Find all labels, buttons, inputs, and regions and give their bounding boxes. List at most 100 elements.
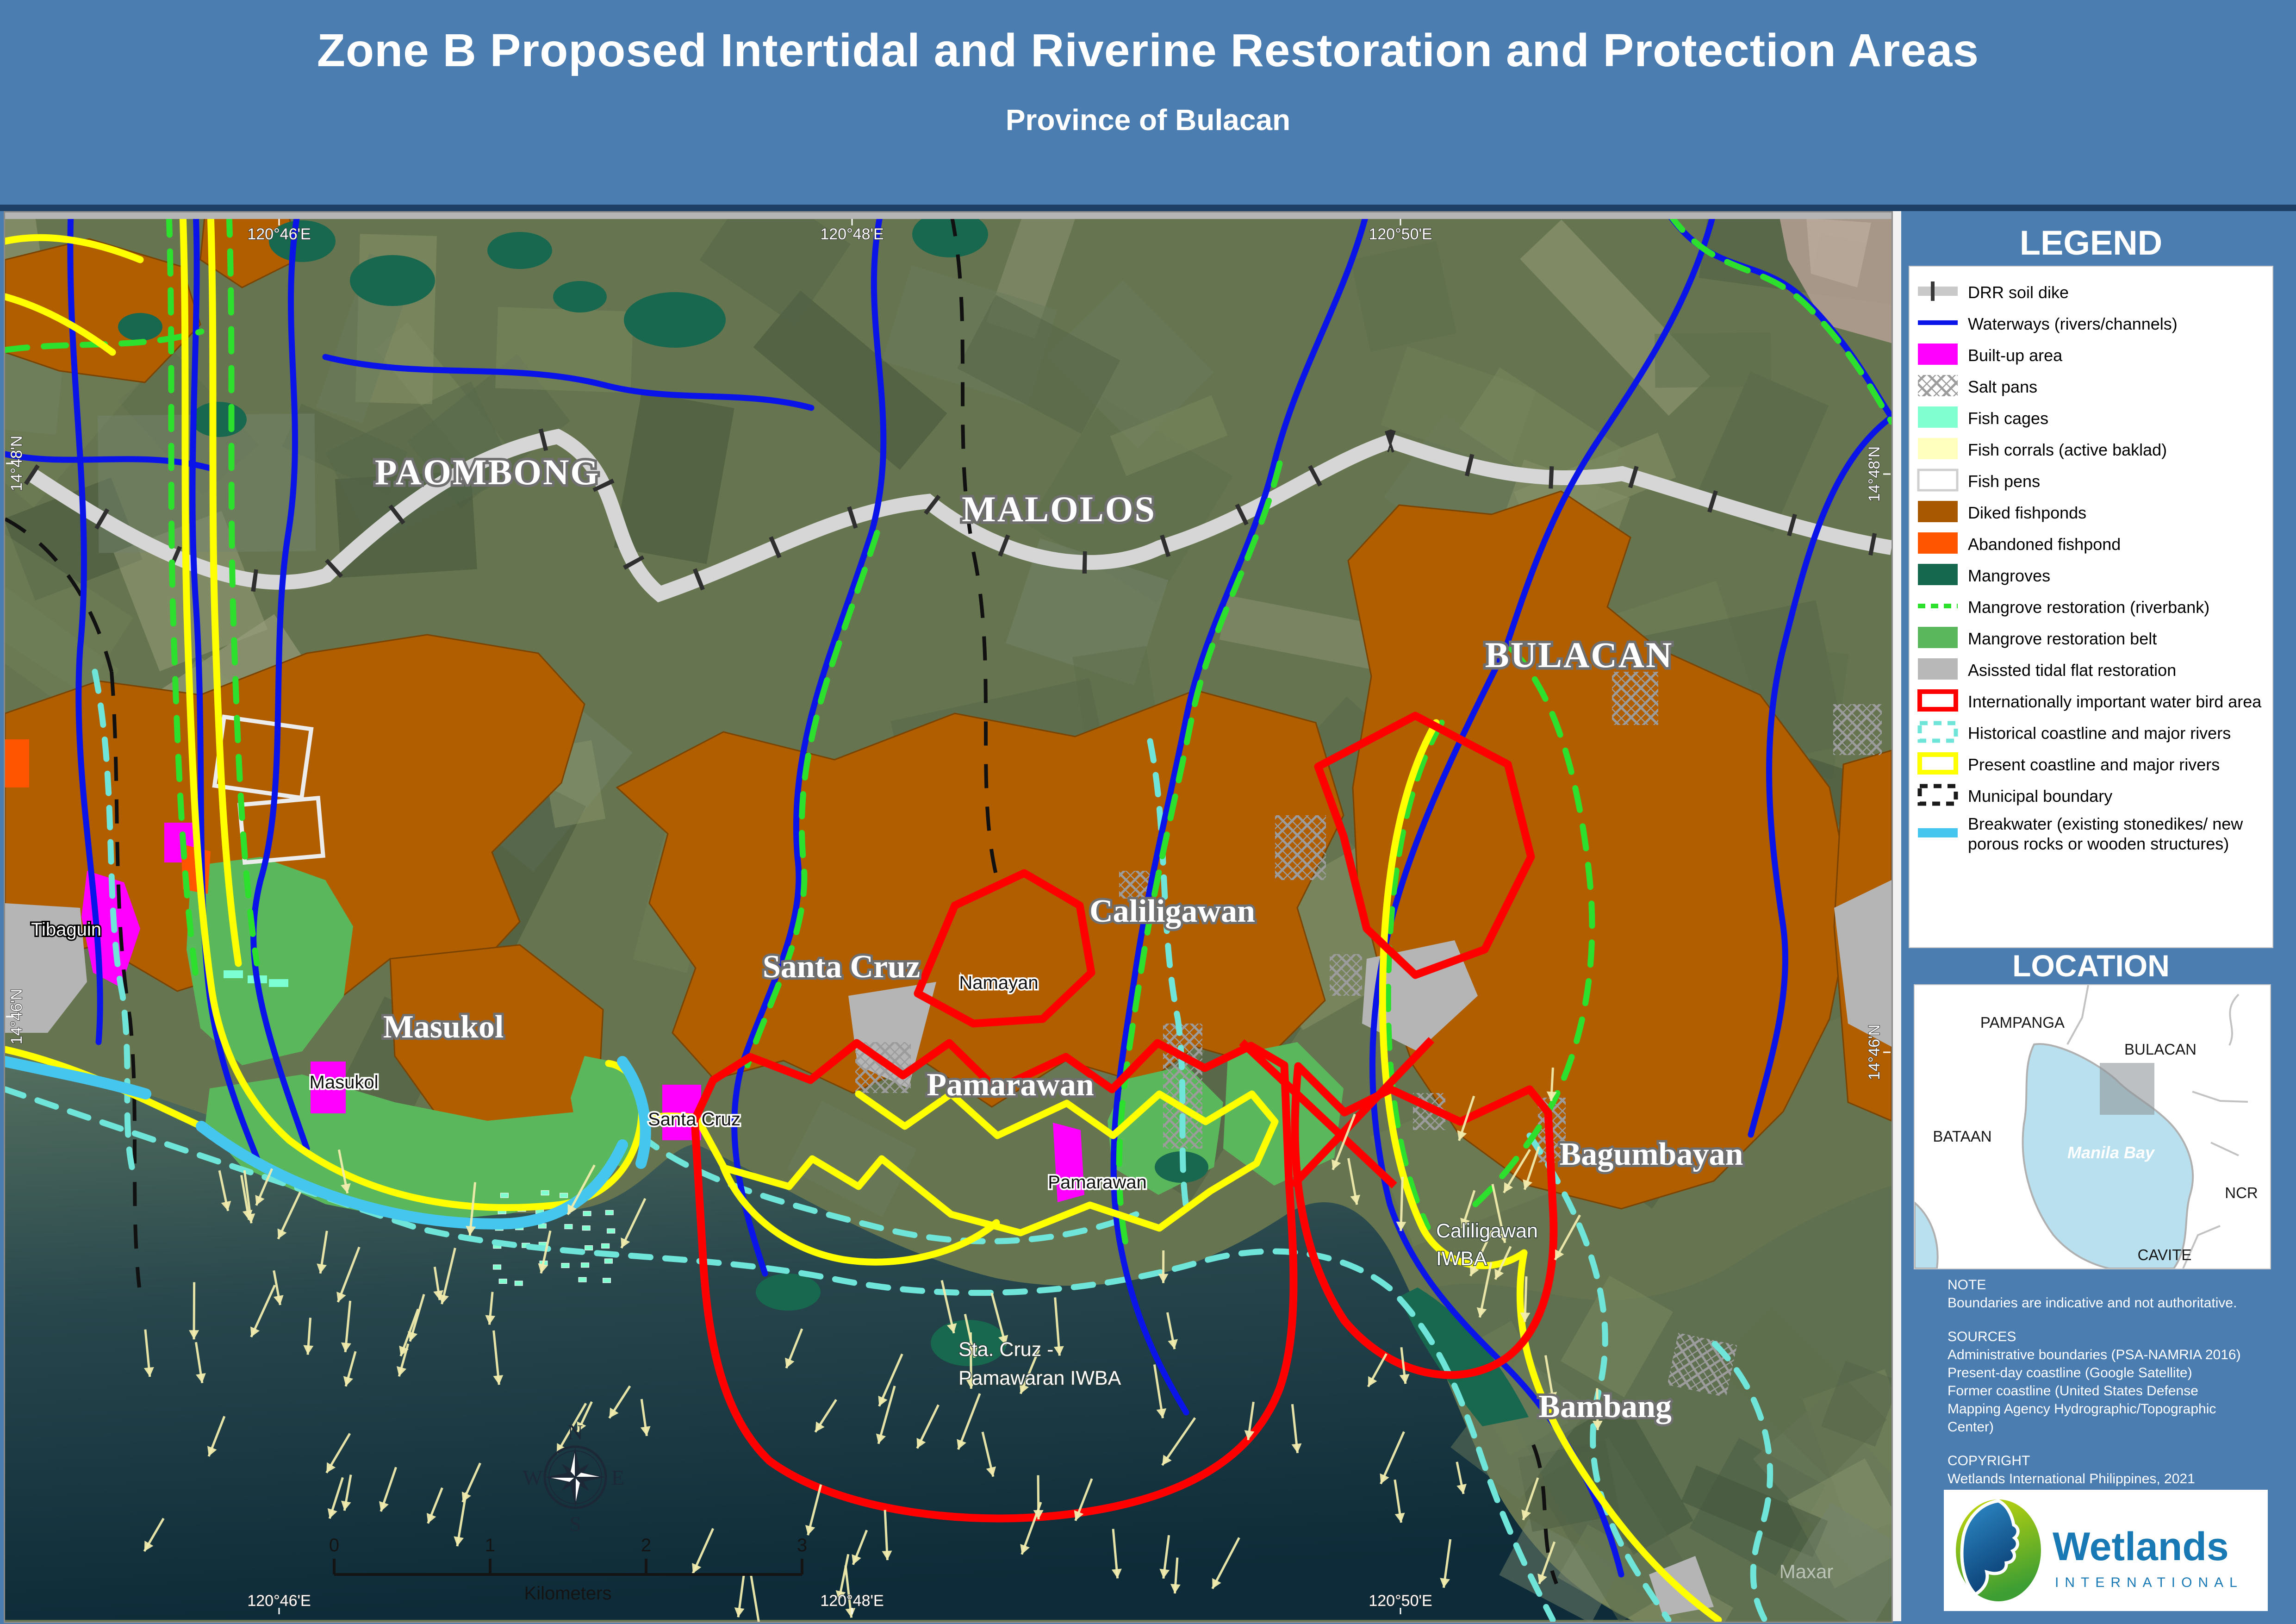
legend-item: Waterways (rivers/channels) xyxy=(1917,310,2268,337)
legend-label: Waterways (rivers/channels) xyxy=(1961,314,2178,334)
map-label-sta-cruz-: Sta. Cruz - xyxy=(958,1338,1054,1361)
legend-label: Breakwater (existing stonedikes/ new por… xyxy=(1961,814,2268,854)
scalebar-tick: 2 xyxy=(641,1535,651,1555)
legend-item: Built-up area xyxy=(1917,342,2268,369)
legend-swatch-thick-line xyxy=(1917,820,1961,848)
legend-swatch-dash-line xyxy=(1917,593,1961,621)
legend-item: Fish corrals (active baklad) xyxy=(1917,436,2268,463)
grid-label: 120°50'E xyxy=(1369,225,1432,243)
sources-heading: SOURCES xyxy=(1948,1328,2262,1346)
legend-item: Salt pans xyxy=(1917,373,2268,400)
map-label-pamarawan: Pamarawan xyxy=(927,1067,1094,1103)
header-divider xyxy=(0,205,2296,211)
legend-title: LEGEND xyxy=(1909,223,2273,262)
legend-swatch-fill xyxy=(1917,531,1961,558)
legend-swatch-fill xyxy=(1917,342,1961,369)
legend-item: DRR soil dike xyxy=(1917,279,2268,306)
legend-label: Internationally important water bird are… xyxy=(1961,692,2261,712)
legend-swatch-fill xyxy=(1917,499,1961,526)
compass-e: E xyxy=(611,1466,624,1489)
map-frame-top xyxy=(5,212,1892,219)
legend-label: Diked fishponds xyxy=(1961,503,2086,523)
inset-label-pampanga: PAMPANGA xyxy=(1980,1014,2065,1031)
location-inset-svg: PAMPANGABULACANBATAANManila BayNCRCAVITE xyxy=(1915,985,2270,1268)
inset-label-ncr: NCR xyxy=(2225,1184,2258,1201)
legend-item: Mangrove restoration belt xyxy=(1917,625,2268,652)
map-label-paombong: PAOMBONG xyxy=(375,452,600,492)
grid-label: 14°48'N xyxy=(1866,446,1883,502)
legend-item: Fish cages xyxy=(1917,405,2268,432)
legend-item: Abandoned fishpond xyxy=(1917,531,2268,558)
page-title: Zone B Proposed Intertidal and Riverine … xyxy=(0,24,2296,77)
map-label-bulacan: BULACAN xyxy=(1485,635,1674,675)
legend-label: Municipal boundary xyxy=(1961,786,2112,806)
grid-label: 120°50'E xyxy=(1369,1592,1432,1610)
legend-label: Fish pens xyxy=(1961,471,2040,491)
note-heading: NOTE xyxy=(1948,1276,2262,1294)
legend-item: Asissted tidal flat restoration xyxy=(1917,656,2268,684)
map-label-caliligawan: Caliligawan xyxy=(1089,893,1255,929)
legend-label: Fish cages xyxy=(1961,408,2048,428)
compass-n: N xyxy=(567,1420,583,1444)
source-line: Administrative boundaries (PSA-NAMRIA 20… xyxy=(1948,1346,2262,1364)
copyright-heading: COPYRIGHT xyxy=(1948,1452,2262,1470)
source-line: Present-day coastline (Google Satellite) xyxy=(1948,1364,2262,1382)
legend-label: Salt pans xyxy=(1961,377,2037,397)
grid-label: 120°46'E xyxy=(247,225,311,243)
location-title: LOCATION xyxy=(1909,948,2273,983)
legend-swatch-fill xyxy=(1917,436,1961,463)
legend-item: Diked fishponds xyxy=(1917,499,2268,526)
map-label-masukol: Masukol xyxy=(383,1009,504,1045)
scalebar-unit: Kilometers xyxy=(524,1583,612,1604)
study-area-highlight xyxy=(2100,1063,2154,1115)
legend-label: Asissted tidal flat restoration xyxy=(1961,660,2176,680)
map-label-pamawaran-iwba: Pamawaran IWBA xyxy=(958,1367,1121,1389)
map-sidebar-gap xyxy=(1893,211,1901,1621)
legend-item: Historical coastline and major rivers xyxy=(1917,719,2268,747)
inset-label-cavite: CAVITE xyxy=(2138,1246,2192,1263)
logo-subword: INTERNATIONAL xyxy=(2055,1575,2243,1590)
legend-item: Municipal boundary xyxy=(1917,782,2268,810)
legend-swatch-outline xyxy=(1917,688,1961,715)
legend-item: Fish pens xyxy=(1917,468,2268,495)
legend-label: Present coastline and major rivers xyxy=(1961,755,2220,775)
location-inset: PAMPANGABULACANBATAANManila BayNCRCAVITE xyxy=(1914,984,2271,1269)
source-line: Center) xyxy=(1948,1418,2262,1436)
map-label-iwba: IWBA xyxy=(1436,1248,1487,1270)
legend-label: Mangrove restoration belt xyxy=(1961,629,2157,649)
scalebar-tick: 3 xyxy=(797,1535,807,1555)
logo-wordmark: Wetlands xyxy=(2053,1524,2229,1569)
map-label-namayan: Namayan xyxy=(959,973,1038,993)
legend-swatch-outline xyxy=(1917,751,1961,778)
grid-label: 120°48'E xyxy=(820,225,884,243)
grid-label: 14°46'N xyxy=(1866,1024,1883,1080)
legend-swatch-fill xyxy=(1917,405,1961,432)
legend-item: Mangrove restoration (riverbank) xyxy=(1917,593,2268,621)
note-body: Boundaries are indicative and not author… xyxy=(1948,1294,2262,1312)
map-label-bambang: Bambang xyxy=(1538,1389,1672,1424)
wetlands-logo: Wetlands INTERNATIONAL xyxy=(1944,1490,2268,1611)
legend-swatch-hatch xyxy=(1917,373,1961,400)
map-label-tibaguin: Tibaguin xyxy=(31,919,101,940)
scalebar-tick: 1 xyxy=(485,1535,495,1555)
inset-label-manila-bay: Manila Bay xyxy=(2067,1143,2155,1162)
legend-swatch-dash-outline xyxy=(1917,782,1961,810)
legend-item: Present coastline and major rivers xyxy=(1917,751,2268,778)
source-line: Former coastline (United States Defense xyxy=(1948,1382,2262,1400)
legend-label: Historical coastline and major rivers xyxy=(1961,723,2231,743)
source-line: Mapping Agency Hydrographic/Topographic xyxy=(1948,1400,2262,1418)
map-svg: N E S W 0123Kilometers PAOMBONGMALOLOSBU… xyxy=(5,212,1892,1622)
legend-swatch-dike xyxy=(1917,279,1961,306)
wetlands-logo-svg: Wetlands INTERNATIONAL xyxy=(1944,1490,2268,1611)
legend-item: Breakwater (existing stonedikes/ new por… xyxy=(1917,814,2268,854)
map-label-malolos: MALOLOS xyxy=(962,489,1156,529)
scalebar-tick: 0 xyxy=(329,1535,339,1555)
map-label-maxar: Maxar xyxy=(1780,1561,1834,1582)
legend-label: Mangroves xyxy=(1961,566,2050,586)
legend-label: Built-up area xyxy=(1961,345,2062,365)
map-label-masukol: Masukol xyxy=(310,1072,379,1093)
legend-swatch-fill xyxy=(1917,656,1961,684)
legend-label: Fish corrals (active baklad) xyxy=(1961,440,2167,460)
legend-swatch-dash-outline xyxy=(1917,719,1961,747)
legend-label: Mangrove restoration (riverbank) xyxy=(1961,597,2209,617)
